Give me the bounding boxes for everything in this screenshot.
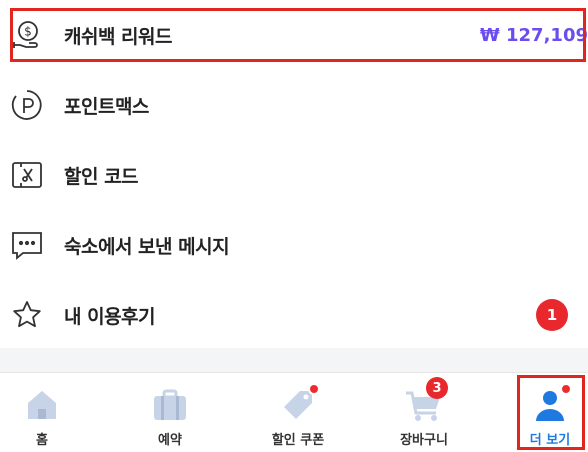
tab-discount-coupons[interactable]: 할인 쿠폰 — [248, 373, 348, 452]
point-max-icon — [10, 88, 44, 122]
menu-item-pointmax[interactable]: 포인트맥스 — [0, 76, 588, 134]
tab-label: 예약 — [158, 433, 182, 448]
cashback-highlight-box — [10, 8, 586, 62]
tab-cart[interactable]: 3 장바구니 — [374, 373, 474, 452]
cart-count-badge: 3 — [426, 377, 448, 399]
tab-label: 할인 쿠폰 — [271, 433, 325, 448]
tab-bookings[interactable]: 예약 — [120, 373, 220, 452]
tab-label: 홈 — [36, 433, 48, 448]
star-icon — [10, 298, 44, 332]
more-tab-highlight-box — [517, 375, 585, 450]
menu-item-discount-code[interactable]: 할인 코드 — [0, 146, 588, 204]
tag-icon — [278, 383, 320, 425]
menu-item-label: 할인 코드 — [64, 165, 139, 188]
briefcase-icon — [150, 385, 190, 425]
menu-item-label: 내 이용후기 — [64, 305, 156, 328]
menu-item-label: 포인트맥스 — [64, 95, 149, 118]
menu-item-property-messages[interactable]: 숙소에서 보낸 메시지 — [0, 216, 588, 274]
coupon-notification-dot — [308, 383, 320, 395]
menu-item-label: 숙소에서 보낸 메시지 — [64, 235, 230, 258]
tab-home[interactable]: 홈 — [0, 373, 92, 452]
bottom-tab-bar: 홈 예약 할인 쿠폰 3 장바구니 더 보기 — [0, 372, 588, 452]
review-count-badge: 1 — [536, 299, 568, 331]
home-icon — [22, 385, 62, 425]
tab-label: 장바구니 — [400, 433, 448, 448]
cart-icon: 3 — [404, 377, 448, 425]
message-icon — [10, 228, 44, 262]
section-divider — [0, 348, 588, 372]
discount-code-icon — [10, 158, 44, 192]
menu-item-my-reviews[interactable]: 내 이용후기 1 — [0, 286, 588, 344]
